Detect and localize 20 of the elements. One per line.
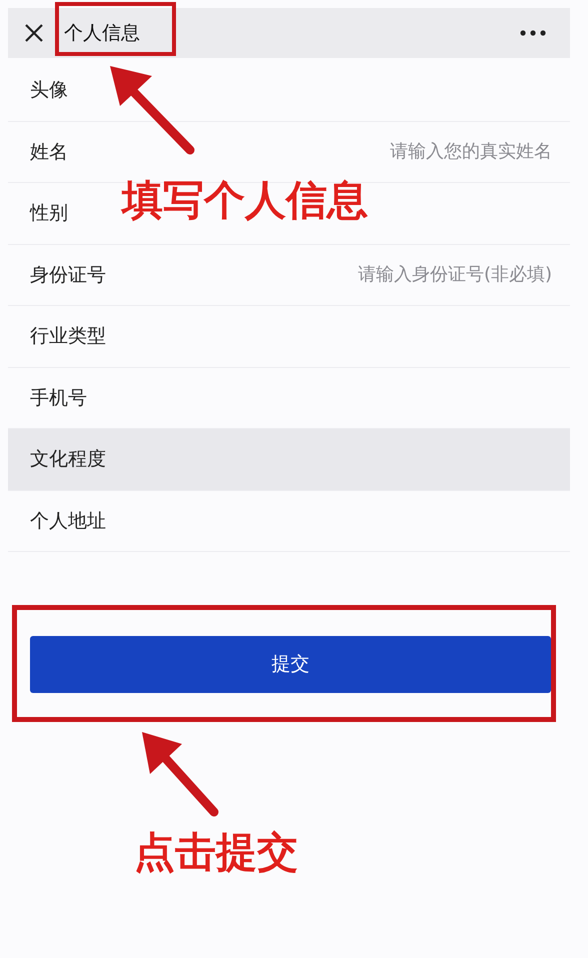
field-label: 文化程度 (30, 447, 106, 472)
form-row[interactable]: 身份证号 请输入身份证号(非必填) (8, 244, 570, 306)
input-field[interactable]: 请输入身份证号(非必填) (222, 261, 552, 288)
close-icon[interactable] (24, 23, 44, 43)
field-label: 身份证号 (30, 262, 106, 288)
form-row[interactable]: 个人地址 (8, 490, 570, 552)
annotation-text: 点击提交 (134, 832, 298, 873)
more-icon[interactable] (520, 30, 546, 36)
submit-button[interactable]: 提交 (30, 636, 551, 693)
field-label: 头像 (30, 78, 68, 103)
page-title: 个人信息 (64, 20, 140, 46)
input-field[interactable]: 请输入您的真实姓名 (222, 138, 552, 166)
form-row[interactable]: 文化程度 (8, 429, 570, 490)
field-label: 姓名 (30, 140, 68, 164)
field-label: 行业类型 (30, 324, 106, 349)
annotation-text: 填写个人信息 (122, 180, 368, 221)
field-label: 性别 (30, 201, 68, 226)
form-row[interactable]: 手机号 (8, 368, 570, 429)
field-label: 手机号 (30, 386, 87, 410)
field-label: 个人地址 (30, 508, 106, 534)
